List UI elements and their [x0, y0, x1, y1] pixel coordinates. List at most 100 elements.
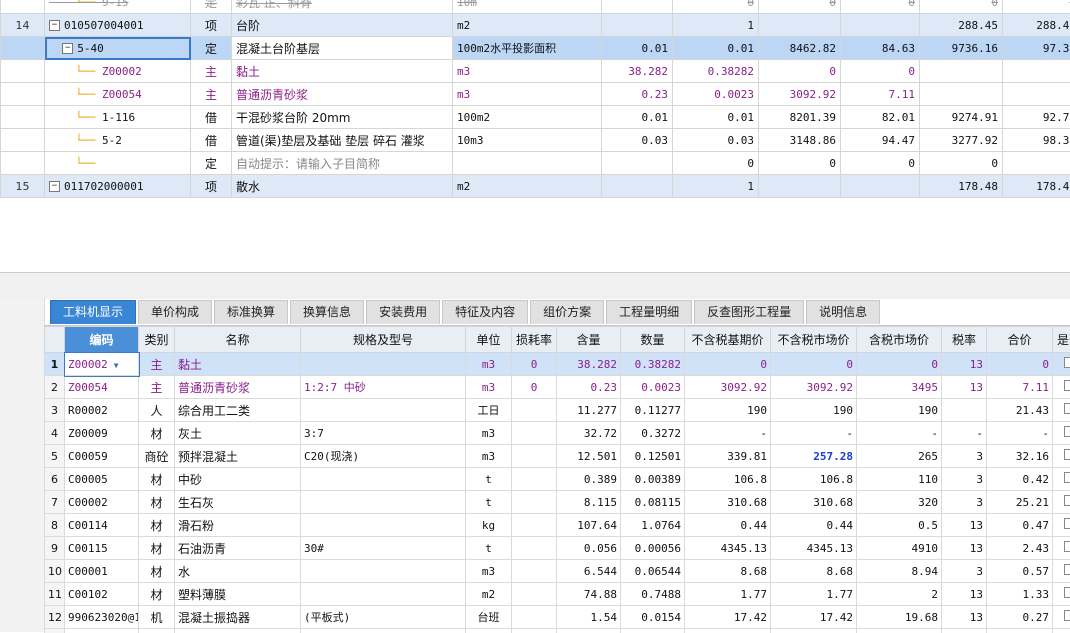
tab-8[interactable]: 反查图形工程量: [694, 300, 804, 324]
table-row[interactable]: 11C00102材塑料薄膜m274.880.74881.771.772131.3…: [45, 583, 1070, 606]
cell-qty: 1.0764: [641, 519, 681, 532]
tab-7[interactable]: 工程量明细: [606, 300, 692, 324]
cell-name: 混凝土振捣器: [178, 611, 250, 625]
cell-market: 17.42: [820, 611, 853, 624]
column-header[interactable]: 合价: [987, 327, 1053, 353]
cell-code: C00059: [68, 450, 108, 463]
column-header[interactable]: 不含税基期价: [685, 327, 771, 353]
row-checkbox[interactable]: [1064, 564, 1070, 575]
left-panel: [0, 298, 45, 632]
cell-qty: 1: [747, 180, 754, 193]
row-checkbox[interactable]: [1064, 426, 1070, 437]
item-row[interactable]: └── Z00054主普通沥青砂浆m30.230.00233092.927.11: [1, 83, 1070, 106]
tab-2[interactable]: 标准换算: [214, 300, 288, 324]
item-row[interactable]: 14−010507004001项台阶m21288.45288.45: [1, 14, 1070, 37]
item-row[interactable]: −5-40定混凝土台阶基层100m2水平投影面积0.010.018462.828…: [1, 37, 1070, 60]
cell-unit: m3: [457, 65, 470, 78]
row-checkbox[interactable]: [1064, 449, 1070, 460]
row-checkbox[interactable]: [1064, 357, 1070, 368]
cell-n: 1: [51, 358, 59, 371]
cell-code: Z00054: [68, 381, 108, 394]
tab-5[interactable]: 特征及内容: [442, 300, 528, 324]
cell-taxmarket: 190: [918, 404, 938, 417]
cell-market: 1.77: [827, 588, 854, 601]
table-row[interactable]: 1Z00002▼主黏土m3038.2820.38282000130: [45, 353, 1070, 376]
column-header[interactable]: 含税市场价: [857, 327, 942, 353]
column-header[interactable]: 名称: [175, 327, 301, 353]
cell-unit: 100m2: [457, 111, 490, 124]
cell-qty: 0.11277: [635, 404, 681, 417]
column-header[interactable]: 数量: [621, 327, 685, 353]
collapse-icon[interactable]: −: [49, 20, 60, 31]
item-row[interactable]: └── 5-2借管道(渠)垫层及基础 垫层 碎石 灌浆10m30.030.033…: [1, 129, 1070, 152]
table-row[interactable]: 2Z00054主普通沥青砂浆1:2:7 中砂m300.230.00233092.…: [45, 376, 1070, 399]
column-header[interactable]: 不含税市场价: [771, 327, 857, 353]
cell-p1: 8201.39: [790, 111, 836, 124]
tab-3[interactable]: 换算信息: [290, 300, 364, 324]
cell-rate: 3: [976, 496, 983, 509]
table-row[interactable]: 3R00002人综合用工二类工日11.2770.1127719019019021…: [45, 399, 1070, 422]
cell-content: 12.501: [577, 450, 617, 463]
tab-4[interactable]: 安装费用: [366, 300, 440, 324]
table-row[interactable]: 8C00114材滑石粉kg107.641.07640.440.440.5130.…: [45, 514, 1070, 537]
table-row[interactable]: 6C00005材中砂t0.3890.00389106.8106.811030.4…: [45, 468, 1070, 491]
cell-p2: 94.47: [882, 134, 915, 147]
dropdown-arrow-icon[interactable]: ▼: [114, 361, 119, 370]
cell-code: 011702000001: [64, 180, 143, 193]
cell-n: 12: [48, 611, 62, 624]
tab-9[interactable]: 说明信息: [806, 300, 880, 324]
cell-p1: 3148.86: [790, 134, 836, 147]
item-row[interactable]: └── 9-15定彩瓦 正、斜脊10m00000: [1, 0, 1070, 14]
table-row[interactable]: 10C00001材水m36.5440.065448.688.688.9430.5…: [45, 560, 1070, 583]
item-row[interactable]: └── 1-116借干混砂浆台阶 20mm100m20.010.018201.3…: [1, 106, 1070, 129]
cell-cat: 主: [150, 358, 162, 372]
cell-n: 9: [51, 542, 58, 555]
tab-6[interactable]: 组价方案: [530, 300, 604, 324]
table-row[interactable]: 7C00002材生石灰t8.1150.08115310.68310.683203…: [45, 491, 1070, 514]
row-checkbox[interactable]: [1064, 495, 1070, 506]
column-header[interactable]: 是否: [1053, 327, 1070, 353]
cell-market: 190: [833, 404, 853, 417]
column-header[interactable]: 含量: [557, 327, 621, 353]
cell-taxmarket: 8.94: [912, 565, 939, 578]
table-row[interactable]: 5C00059商砼预拌混凝土C20(现浇)m312.5010.12501339.…: [45, 445, 1070, 468]
row-checkbox[interactable]: [1064, 403, 1070, 414]
row-checkbox[interactable]: [1064, 541, 1070, 552]
cell-total: 0.47: [1023, 519, 1050, 532]
cell-cat: 材: [150, 542, 162, 556]
row-checkbox[interactable]: [1064, 380, 1070, 391]
cell-name: 普通沥青砂浆: [236, 88, 308, 102]
cell-num: 15: [16, 180, 30, 193]
cell-qty: 0.00056: [635, 542, 681, 555]
cell-qty: 0.0154: [641, 611, 681, 624]
table-row[interactable]: 12990623020@1机混凝土振捣器(平板式)台班1.540.015417.…: [45, 606, 1070, 629]
table-row[interactable]: 4Z00009材灰土3:7m332.720.3272-----: [45, 422, 1070, 445]
tab-1[interactable]: 单价构成: [138, 300, 212, 324]
row-checkbox[interactable]: [1064, 587, 1070, 598]
column-header[interactable]: 编码: [65, 327, 139, 353]
item-row[interactable]: 15−011702000001项散水m21178.48178.48: [1, 175, 1070, 198]
table-row[interactable]: 13990611010机电动夯实机250N.m台班1.440.014428.33…: [45, 629, 1070, 633]
item-row[interactable]: └── Z00002主黏土m338.2820.3828200: [1, 60, 1070, 83]
row-checkbox[interactable]: [1064, 610, 1070, 621]
table-row[interactable]: 9C00115材石油沥青30#t0.0560.000564345.134345.…: [45, 537, 1070, 560]
item-row[interactable]: └── 定自动提示：请输入子目简称00000: [1, 152, 1070, 175]
cell-type: 定: [205, 0, 217, 10]
cell-taxmarket: -: [931, 427, 938, 440]
row-checkbox[interactable]: [1064, 518, 1070, 529]
column-header[interactable]: 类别: [139, 327, 175, 353]
cell-qty: 0.03: [728, 134, 755, 147]
splitter-bar[interactable]: [0, 272, 1070, 299]
tab-0[interactable]: 工料机显示: [50, 300, 136, 324]
row-checkbox[interactable]: [1064, 472, 1070, 483]
cell-base: 3092.92: [721, 381, 767, 394]
collapse-icon[interactable]: −: [62, 43, 73, 54]
column-header[interactable]: 损耗率: [512, 327, 557, 353]
column-header[interactable]: 单位: [466, 327, 512, 353]
cell-code: C00115: [68, 542, 108, 555]
cell-base: 1.77: [741, 588, 768, 601]
column-header[interactable]: 税率: [942, 327, 987, 353]
cell-base: 310.68: [727, 496, 767, 509]
column-header[interactable]: 规格及型号: [301, 327, 466, 353]
collapse-icon[interactable]: −: [49, 181, 60, 192]
